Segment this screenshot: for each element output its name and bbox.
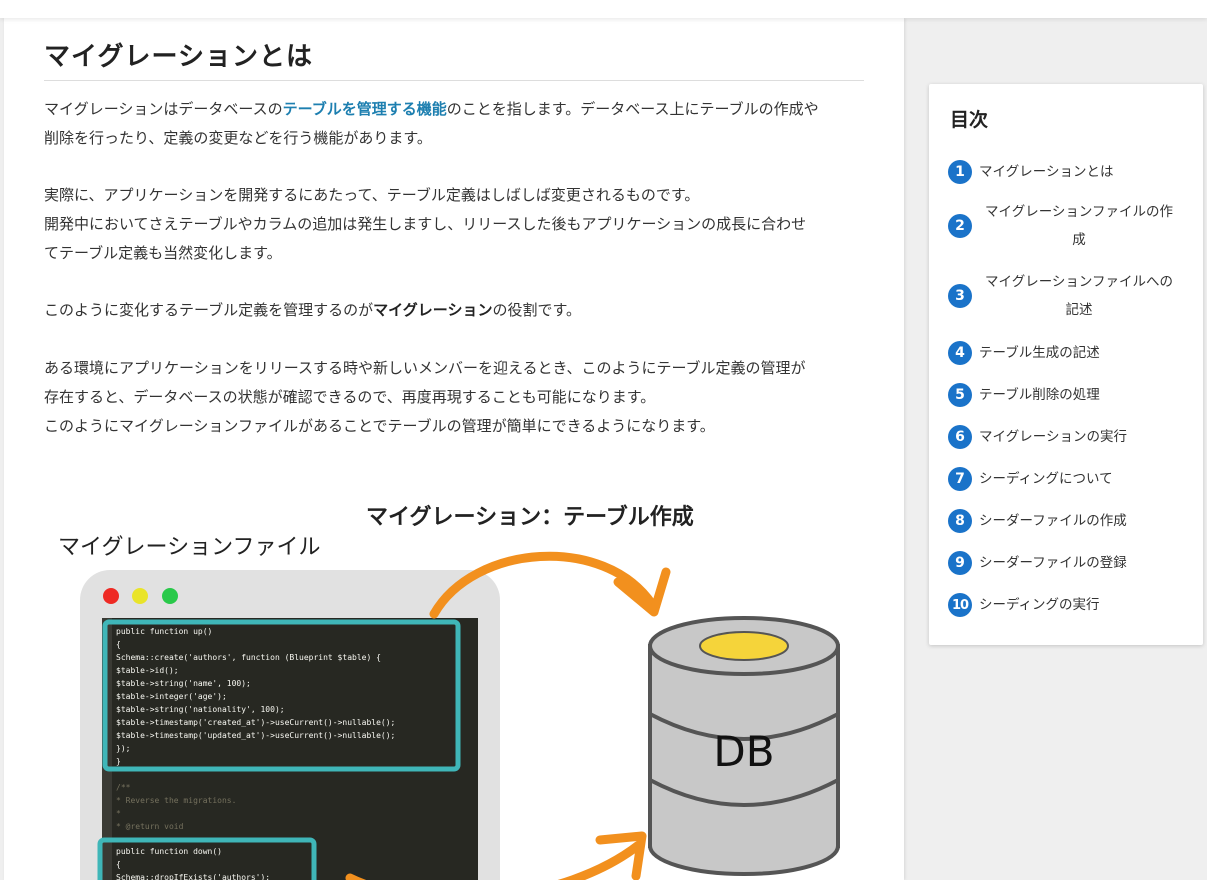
code-line: $table->string('nationality', 100);	[116, 705, 285, 714]
window-maximize-icon	[162, 588, 178, 604]
paragraph-4-line-3: このようにマイグレーションファイルがあることでテーブルの管理が簡単にできるように…	[44, 417, 715, 435]
toc-item-label: シーダーファイルの作成	[979, 513, 1127, 529]
code-comment-line: *	[116, 809, 121, 818]
paragraph-1-text: マイグレーションはデータベースの	[44, 100, 283, 118]
title-divider	[44, 80, 864, 81]
paragraph-3-text-post: の役割です。	[492, 301, 582, 319]
toc-item-label: マイグレーションの実行	[979, 429, 1127, 445]
window-close-icon	[103, 588, 119, 604]
toc-number-badge: 2	[948, 214, 972, 238]
toc-item-10[interactable]: 10 シーディングの実行	[948, 591, 1188, 619]
toc-item-2[interactable]: 2 マイグレーションファイルの作成	[948, 198, 1188, 254]
code-line: $table->timestamp('updated_at')->useCurr…	[116, 731, 395, 740]
bold-term: マイグレーション	[373, 301, 493, 319]
code-line: {	[116, 640, 121, 649]
toc-item-3[interactable]: 3 マイグレーションファイルへの記述	[948, 268, 1188, 324]
toc-number-badge: 1	[948, 160, 972, 184]
toc-number-badge: 4	[948, 341, 972, 365]
toc-item-8[interactable]: 8 シーダーファイルの作成	[948, 507, 1188, 535]
code-line: }	[116, 757, 121, 766]
toc-number-badge: 3	[948, 284, 972, 308]
toc-item-4[interactable]: 4 テーブル生成の記述	[948, 339, 1188, 367]
toc-item-label: シーディングについて	[979, 471, 1113, 487]
toc-number-badge: 5	[948, 383, 972, 407]
toc-number-badge: 8	[948, 509, 972, 533]
toc-item-7[interactable]: 7 シーディングについて	[948, 465, 1188, 493]
toc-item-label: マイグレーションとは	[979, 164, 1114, 180]
toc-title: 目次	[950, 109, 989, 131]
code-line: $table->id();	[116, 666, 179, 675]
code-line: Schema::create('authors', function (Blue…	[116, 653, 381, 662]
paragraph-3-text: このように変化するテーブル定義を管理するのが	[44, 301, 374, 319]
toc-number-badge: 7	[948, 467, 972, 491]
toc-item-label: シーディングの実行	[979, 597, 1100, 613]
code-line: public function down()	[116, 847, 222, 856]
paragraph-1: マイグレーションはデータベースのテーブルを管理する機能のことを指します。データベ…	[44, 95, 864, 153]
db-label: DB	[713, 727, 774, 776]
code-line: Schema::dropIfExists('authors');	[116, 873, 270, 880]
paragraph-2-line-3: てテーブル定義も当然変化します。	[44, 244, 282, 262]
toc-item-label: マイグレーションファイルの作成	[984, 204, 1174, 248]
toc-item-6[interactable]: 6 マイグレーションの実行	[948, 423, 1188, 451]
arrow-label: マイグレーション：テーブル作成	[366, 504, 694, 530]
paragraph-3: このように変化するテーブル定義を管理するのがマイグレーションの役割です。	[44, 296, 864, 325]
paragraph-2-line-2: 開発中においてさえテーブルやカラムの追加は発生しますし、リリースした後もアプリケ…	[44, 215, 807, 233]
database-icon: DB	[648, 616, 840, 876]
toc-item-label: テーブル削除の処理	[979, 387, 1100, 403]
toc-item-9[interactable]: 9 シーダーファイルの登録	[948, 549, 1188, 577]
paragraph-4-line-1: ある環境にアプリケーションをリリースする時や新しいメンバーを迎えるとき、このよう…	[44, 359, 806, 377]
toc-item-label: シーダーファイルの登録	[979, 555, 1127, 571]
article: マイグレーションとは マイグレーションはデータベースのテーブルを管理する機能のこ…	[4, 18, 904, 880]
code-line: $table->integer('age');	[116, 692, 227, 701]
code-comment-line: * Reverse the migrations.	[116, 796, 236, 805]
toc-number-badge: 9	[948, 551, 972, 575]
paragraph-4: ある環境にアプリケーションをリリースする時や新しいメンバーを迎えるとき、このよう…	[44, 354, 864, 441]
paragraph-1-line-2: 削除を行ったり、定義の変更などを行う機能があります。	[44, 129, 432, 147]
toc-number-badge: 10	[948, 593, 972, 617]
top-bar	[0, 0, 1207, 18]
highlight-link[interactable]: テーブルを管理する機能	[283, 100, 447, 118]
code-comment-line: /**	[116, 783, 131, 792]
toc-item-5[interactable]: 5 テーブル削除の処理	[948, 381, 1188, 409]
paragraph-2-line-1: 実際に、アプリケーションを開発するにあたって、テーブル定義はしばしば変更されるも…	[44, 186, 700, 204]
window-minimize-icon	[132, 588, 148, 604]
migration-illustration: マイグレーション：テーブル作成 マイグレーションファイル public func…	[44, 474, 884, 880]
code-line: });	[116, 744, 130, 753]
migration-diagram: マイグレーション：テーブル作成 マイグレーションファイル public func…	[58, 504, 840, 880]
code-line: public function up()	[116, 627, 212, 636]
paragraph-1-text-post: のことを指します。データベース上にテーブルの作成や	[446, 100, 819, 118]
code-line: {	[116, 860, 121, 869]
toc-item-1[interactable]: 1 マイグレーションとは	[948, 158, 1188, 186]
table-of-contents: 目次 1 マイグレーションとは 2 マイグレーションファイルの作成 3 マイグレ…	[929, 84, 1203, 645]
toc-item-label: マイグレーションファイルへの記述	[984, 274, 1174, 318]
code-line: $table->string('name', 100);	[116, 679, 251, 688]
page-title: マイグレーションとは	[44, 42, 313, 72]
toc-number-badge: 6	[948, 425, 972, 449]
toc-item-label: テーブル生成の記述	[979, 345, 1100, 361]
file-label: マイグレーションファイル	[58, 535, 320, 560]
paragraph-4-line-2: 存在すると、データベースの状態が確認できるので、再度再現することも可能になります…	[44, 388, 656, 406]
paragraph-2: 実際に、アプリケーションを開発するにあたって、テーブル定義はしばしば変更されるも…	[44, 181, 864, 268]
code-line: $table->timestamp('created_at')->useCurr…	[116, 718, 395, 727]
code-comment-line: * @return void	[116, 822, 184, 831]
